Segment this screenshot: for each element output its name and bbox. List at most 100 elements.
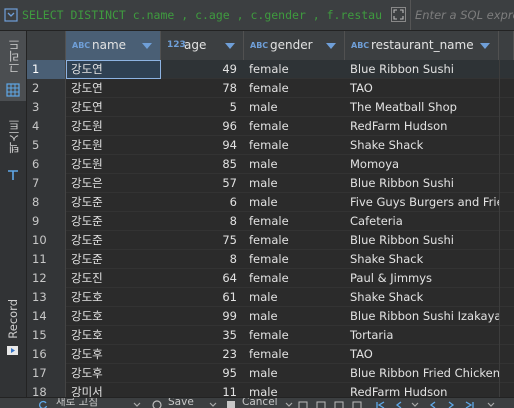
row-number[interactable]: 5	[27, 136, 66, 155]
cell-gender[interactable]: female	[244, 212, 345, 231]
cell-age[interactable]: 85	[161, 155, 244, 174]
cell-name[interactable]: 강도원	[66, 155, 161, 174]
row-number[interactable]: 4	[27, 117, 66, 136]
row-number[interactable]: 11	[27, 250, 66, 269]
row-number[interactable]: 10	[27, 231, 66, 250]
cell-gender[interactable]: female	[244, 326, 345, 345]
row-number[interactable]: 17	[27, 364, 66, 383]
cell-gender[interactable]: female	[244, 136, 345, 155]
cell-name[interactable]: 강도후	[66, 345, 161, 364]
cell-restaurant-name[interactable]: RedFarm Hudson	[345, 383, 499, 397]
cell-name[interactable]: 강도원	[66, 117, 161, 136]
cell-restaurant-name[interactable]: Momoya	[345, 155, 499, 174]
expand-editor-icon[interactable]	[391, 7, 406, 22]
cell-restaurant-name[interactable]: Shake Shack	[345, 288, 499, 307]
cell-age[interactable]: 78	[161, 79, 244, 98]
cell-restaurant-name[interactable]: Blue Ribbon Sushi Izakaya	[345, 307, 499, 326]
table-row[interactable]: 8 강도준 6 male Five Guys Burgers and Fries	[27, 193, 514, 212]
cell-name[interactable]: 강도연	[66, 60, 161, 79]
cell-gender[interactable]: female	[244, 345, 345, 364]
table-row[interactable]: 2 강도연 78 female TAO	[27, 79, 514, 98]
cell-gender[interactable]: male	[244, 307, 345, 326]
table-row[interactable]: 18 강미서 11 male RedFarm Hudson	[27, 383, 514, 397]
cell-gender[interactable]: female	[244, 79, 345, 98]
table-row[interactable]: 12 강도진 64 female Paul & Jimmys	[27, 269, 514, 288]
cell-age[interactable]: 11	[161, 383, 244, 397]
cell-name[interactable]: 강도준	[66, 231, 161, 250]
table-row[interactable]: 1 강도연 49 female Blue Ribbon Sushi	[27, 60, 514, 79]
cell-age[interactable]: 8	[161, 212, 244, 231]
cell-age[interactable]: 64	[161, 269, 244, 288]
cell-restaurant-name[interactable]: Blue Ribbon Sushi	[345, 231, 499, 250]
row-number-header[interactable]	[27, 31, 66, 60]
cell-age[interactable]: 96	[161, 117, 244, 136]
table-row[interactable]: 11 강도준 8 female Shake Shack	[27, 250, 514, 269]
cell-restaurant-name[interactable]: The Meatball Shop	[345, 98, 499, 117]
table-row[interactable]: 15 강도호 35 female Tortaria	[27, 326, 514, 345]
tab-text[interactable]: 텍스트	[0, 113, 26, 183]
sql-filter-icon[interactable]	[4, 8, 18, 22]
cell-restaurant-name[interactable]: Blue Ribbon Fried Chicken	[345, 364, 499, 383]
save-button[interactable]: Save	[168, 398, 194, 408]
cell-restaurant-name[interactable]: Cafeteria	[345, 212, 499, 231]
cell-gender[interactable]: female	[244, 117, 345, 136]
column-header-age[interactable]: 123 age	[161, 31, 244, 60]
cell-restaurant-name[interactable]: TAO	[345, 79, 499, 98]
cell-restaurant-name[interactable]: Shake Shack	[345, 136, 499, 155]
tab-grid[interactable]: 그리드	[0, 31, 26, 101]
cell-name[interactable]: 강도준	[66, 250, 161, 269]
sql-query-text[interactable]: SELECT DISTINCT c.name , c.age , c.gende…	[22, 0, 384, 30]
cell-gender[interactable]: male	[244, 383, 345, 397]
tab-record[interactable]: Record	[0, 293, 26, 373]
column-header-gender[interactable]: ABC gender	[244, 31, 345, 60]
cell-restaurant-name[interactable]: Paul & Jimmys	[345, 269, 499, 288]
row-number[interactable]: 12	[27, 269, 66, 288]
row-number[interactable]: 9	[27, 212, 66, 231]
column-header-restaurant-name[interactable]: ABC restaurant_name	[345, 31, 499, 60]
cell-age[interactable]: 49	[161, 60, 244, 79]
row-number[interactable]: 1	[27, 60, 66, 79]
table-row[interactable]: 4 강도원 96 female RedFarm Hudson	[27, 117, 514, 136]
sort-arrow-icon[interactable]	[142, 43, 152, 49]
cell-gender[interactable]: male	[244, 174, 345, 193]
cell-age[interactable]: 6	[161, 193, 244, 212]
cell-restaurant-name[interactable]: TAO	[345, 345, 499, 364]
cell-gender[interactable]: female	[244, 231, 345, 250]
refresh-button[interactable]: 새로 고침	[56, 398, 98, 408]
row-number[interactable]: 14	[27, 307, 66, 326]
cell-name[interactable]: 강도호	[66, 307, 161, 326]
table-row[interactable]: 5 강도원 94 female Shake Shack	[27, 136, 514, 155]
cell-name[interactable]: 강도후	[66, 364, 161, 383]
cell-age[interactable]: 5	[161, 98, 244, 117]
cell-age[interactable]: 99	[161, 307, 244, 326]
table-row[interactable]: 10 강도준 75 female Blue Ribbon Sushi	[27, 231, 514, 250]
table-row[interactable]: 17 강도후 95 male Blue Ribbon Fried Chicken	[27, 364, 514, 383]
cell-name[interactable]: 강도호	[66, 326, 161, 345]
cell-name[interactable]: 강도은	[66, 174, 161, 193]
row-number[interactable]: 15	[27, 326, 66, 345]
cell-age[interactable]: 35	[161, 326, 244, 345]
table-row[interactable]: 16 강도후 23 female TAO	[27, 345, 514, 364]
cell-gender[interactable]: female	[244, 269, 345, 288]
cell-gender[interactable]: male	[244, 98, 345, 117]
row-number[interactable]: 7	[27, 174, 66, 193]
cell-name[interactable]: 강도준	[66, 212, 161, 231]
cell-gender[interactable]: male	[244, 288, 345, 307]
table-row[interactable]: 14 강도호 99 male Blue Ribbon Sushi Izakaya	[27, 307, 514, 326]
cell-gender[interactable]: female	[244, 250, 345, 269]
row-number[interactable]: 6	[27, 155, 66, 174]
cancel-button[interactable]: Cancel	[242, 398, 278, 408]
row-number[interactable]: 8	[27, 193, 66, 212]
cell-name[interactable]: 강도원	[66, 136, 161, 155]
row-number[interactable]: 3	[27, 98, 66, 117]
cell-restaurant-name[interactable]: Shake Shack	[345, 250, 499, 269]
sort-arrow-icon[interactable]	[480, 43, 490, 49]
cell-name[interactable]: 강미서	[66, 383, 161, 397]
table-row[interactable]: 13 강도호 61 male Shake Shack	[27, 288, 514, 307]
cell-restaurant-name[interactable]: Five Guys Burgers and Fries	[345, 193, 499, 212]
cell-name[interactable]: 강도연	[66, 98, 161, 117]
cell-age[interactable]: 61	[161, 288, 244, 307]
row-number[interactable]: 16	[27, 345, 66, 364]
row-number[interactable]: 13	[27, 288, 66, 307]
cell-restaurant-name[interactable]: RedFarm Hudson	[345, 117, 499, 136]
